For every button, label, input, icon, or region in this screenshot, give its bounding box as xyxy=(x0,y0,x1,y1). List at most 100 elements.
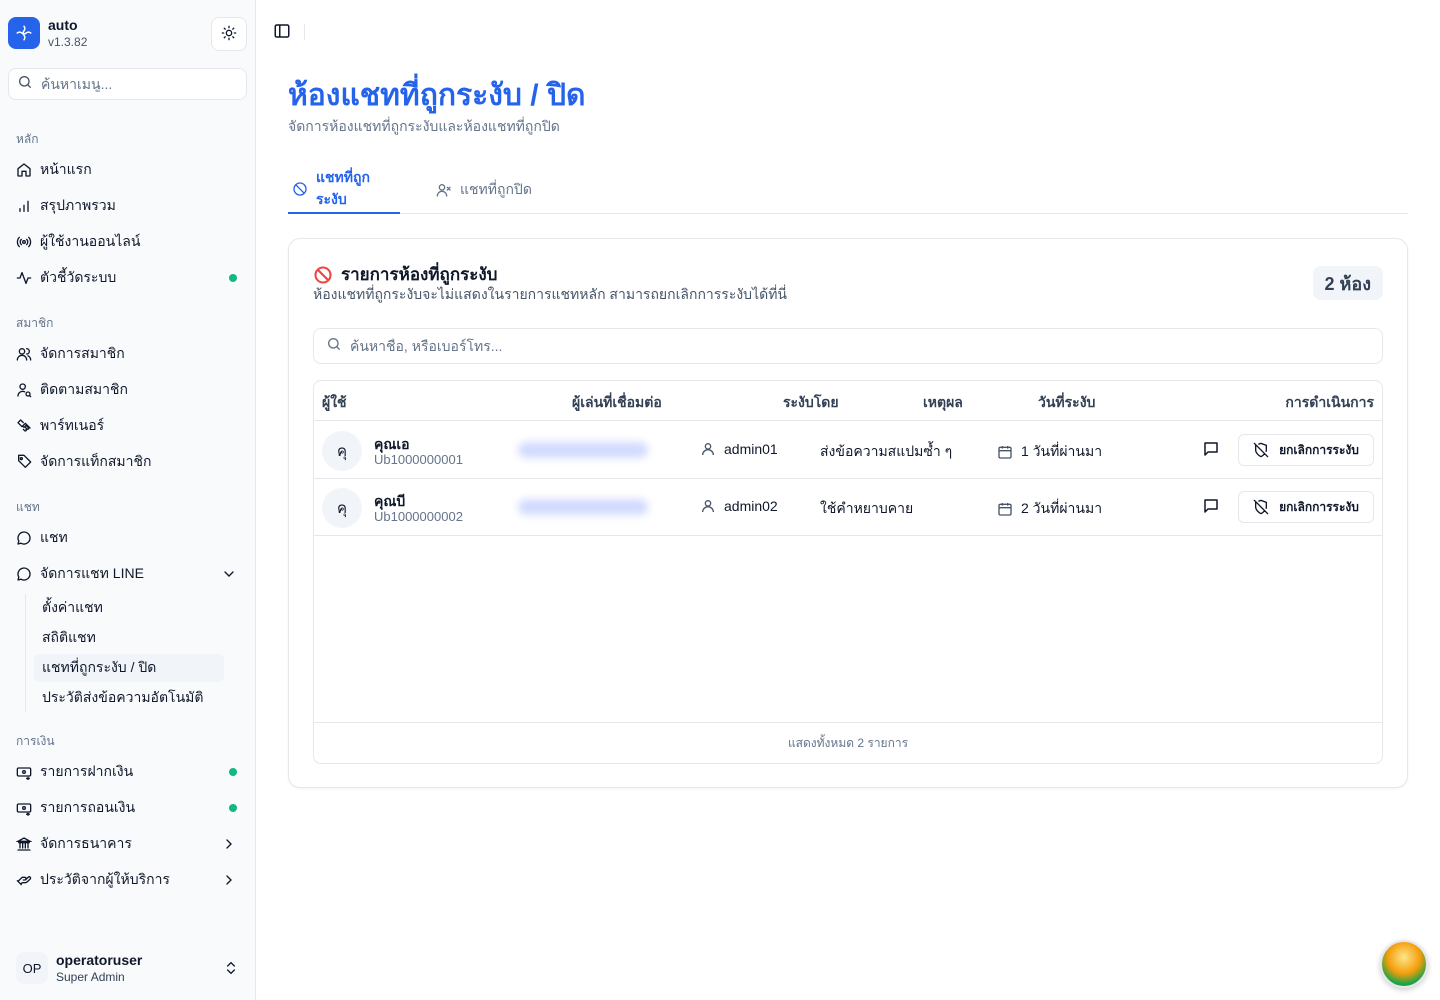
avatar: คุ xyxy=(322,431,362,471)
user-menu[interactable]: OP operatoruser Super Admin xyxy=(8,944,247,992)
sidebar-item-label: รายการฝากเงิน xyxy=(40,763,134,779)
withdraw-icon xyxy=(16,800,32,816)
sidebar-item-label: ตัวชี้วัดระบบ xyxy=(40,269,117,285)
panel-left-icon xyxy=(273,22,291,43)
user-icon xyxy=(700,441,716,457)
menu-search-input[interactable] xyxy=(41,76,231,92)
sidebar-subitem-chat-settings[interactable]: ตั้งค่าแชท xyxy=(34,594,224,622)
theme-toggle-button[interactable] xyxy=(211,17,247,51)
sidebar-item-online-users[interactable]: ผู้ใช้งานออนไลน์ xyxy=(8,224,247,260)
column-header-banned-by: ระงับโดย xyxy=(783,394,839,410)
sidebar-item-line-chat[interactable]: จัดการแชท LINE xyxy=(8,556,247,592)
room-count-badge: 2 ห้อง xyxy=(1312,266,1383,300)
ban-date: 2 วันที่ผ่านมา xyxy=(1021,500,1103,516)
radio-icon xyxy=(16,234,32,250)
sidebar-item-partners[interactable]: พาร์ทเนอร์ xyxy=(8,408,247,444)
banned-by: admin01 xyxy=(724,441,778,457)
sidebar-item-chat[interactable]: แชท xyxy=(8,520,247,556)
divider xyxy=(304,24,305,40)
sidebar-item-track-members[interactable]: ติดตามสมาชิก xyxy=(8,372,247,408)
page-subtitle: จัดการห้องแชทที่ถูกระงับและห้องแชทที่ถูก… xyxy=(288,118,560,134)
sidebar: auto v1.3.82 หลัก หน้าแรก สรุปภาพรวม ผู้… xyxy=(0,0,256,1000)
group-label-chat: แชท xyxy=(16,500,40,514)
message-circle-icon xyxy=(16,530,32,546)
sun-icon xyxy=(221,25,237,44)
sidebar-item-manage-members[interactable]: จัดการสมาชิก xyxy=(8,336,247,372)
sidebar-item-label: จัดการแท็กสมาชิก xyxy=(40,453,152,469)
column-header-linked-player: ผู้เล่นที่เชื่อมต่อ xyxy=(572,394,662,410)
message-circle-icon xyxy=(16,566,32,582)
sidebar-item-system-metrics[interactable]: ตัวชี้วัดระบบ xyxy=(8,260,247,296)
table-row: คุ คุณบี Ub1000000002 admin02 ใช้คำหยาบค… xyxy=(314,479,1382,536)
user-x-icon xyxy=(436,182,452,198)
sidebar-item-banks[interactable]: จัดการธนาคาร xyxy=(8,826,247,862)
column-header-user: ผู้ใช้ xyxy=(322,394,347,410)
open-chat-button[interactable] xyxy=(1200,496,1222,518)
sidebar-item-home[interactable]: หน้าแรก xyxy=(8,152,247,188)
user-icon xyxy=(700,498,716,514)
group-label-members: สมาชิก xyxy=(16,316,54,330)
chevron-right-icon xyxy=(221,836,237,852)
sidebar-item-overview[interactable]: สรุปภาพรวม xyxy=(8,188,247,224)
sidebar-item-member-tags[interactable]: จัดการแท็กสมาชิก xyxy=(8,444,247,480)
sidebar-item-withdrawals[interactable]: รายการถอนเงิน xyxy=(8,790,247,826)
app-name: auto xyxy=(48,17,78,33)
column-header-reason: เหตุผล xyxy=(923,394,963,410)
sidebar-item-label: จัดการธนาคาร xyxy=(40,835,132,851)
sidebar-item-label: สรุปภาพรวม xyxy=(40,197,116,213)
sidebar-subitem-auto-message-history[interactable]: ประวัติส่งข้อความอัตโนมัติ xyxy=(34,684,224,712)
user-id: Ub1000000002 xyxy=(374,509,463,524)
status-dot xyxy=(229,768,237,776)
tab-label: แชทที่ถูกปิด xyxy=(460,181,532,197)
calendar-icon xyxy=(997,501,1013,517)
linked-player-blurred[interactable] xyxy=(518,499,648,515)
unban-button[interactable]: ยกเลิกการระงับ xyxy=(1238,491,1374,523)
sidebar-subitem-chat-stats[interactable]: สถิติแชท xyxy=(34,624,224,652)
sidebar-item-label: รายการถอนเงิน xyxy=(40,799,136,815)
sidebar-subitem-banned-chats[interactable]: แชทที่ถูกระงับ / ปิด xyxy=(34,654,224,682)
sidebar-item-deposits[interactable]: รายการฝากเงิน xyxy=(8,754,247,790)
tab-label: แชทที่ถูกระงับ xyxy=(316,169,370,207)
sidebar-item-label: ผู้ใช้งานออนไลน์ xyxy=(40,233,141,249)
deposit-icon xyxy=(16,764,32,780)
tab-closed-chats[interactable]: แชทที่ถูกปิด xyxy=(436,166,532,214)
table-search-input[interactable] xyxy=(350,338,1350,354)
sidebar-item-label: ประวัติจากผู้ให้บริการ xyxy=(40,871,170,887)
page-title: ห้องแชทที่ถูกระงับ / ปิด xyxy=(288,79,586,112)
column-header-banned-date: วันที่ระงับ xyxy=(1038,394,1096,410)
group-label-main: หลัก xyxy=(16,132,39,146)
user-search-icon xyxy=(16,382,32,398)
unban-label: ยกเลิกการระงับ xyxy=(1279,499,1359,514)
status-dot xyxy=(229,804,237,812)
message-square-icon xyxy=(1202,497,1220,518)
sidebar-nav: หลัก หน้าแรก สรุปภาพรวม ผู้ใช้งานออนไลน์… xyxy=(8,120,247,940)
sidebar-item-label: พาร์ทเนอร์ xyxy=(40,417,105,433)
handshake-icon xyxy=(16,418,32,434)
banned-by: admin02 xyxy=(724,498,778,514)
search-icon xyxy=(17,74,33,95)
open-chat-button[interactable] xyxy=(1200,439,1222,461)
toggle-sidebar-button[interactable] xyxy=(270,20,294,44)
chevrons-up-down-icon xyxy=(223,960,239,981)
users-icon xyxy=(16,346,32,362)
floating-assistant-button[interactable] xyxy=(1380,940,1428,988)
user-name: operatoruser xyxy=(56,951,143,968)
linked-player-blurred[interactable] xyxy=(518,442,648,458)
menu-search[interactable] xyxy=(8,68,247,100)
tab-banned-chats[interactable]: แชทที่ถูกระงับ xyxy=(288,166,400,214)
user-id: Ub1000000001 xyxy=(374,452,463,467)
brand[interactable]: auto v1.3.82 xyxy=(8,16,87,50)
avatar: คุ xyxy=(322,488,362,528)
sidebar-item-label: แชท xyxy=(40,529,68,545)
ban-date: 1 วันที่ผ่านมา xyxy=(1021,443,1103,459)
sidebar-item-provider-history[interactable]: ประวัติจากผู้ให้บริการ xyxy=(8,862,247,898)
bank-icon xyxy=(16,836,32,852)
table-search[interactable] xyxy=(313,328,1383,364)
ban-icon xyxy=(292,181,308,197)
tag-icon xyxy=(16,454,32,470)
sidebar-item-label: หน้าแรก xyxy=(40,161,92,177)
ban-reason: ใช้คำหยาบคาย xyxy=(820,500,914,516)
sidebar-item-label: จัดการสมาชิก xyxy=(40,345,125,361)
unban-button[interactable]: ยกเลิกการระงับ xyxy=(1238,434,1374,466)
column-header-actions: การดำเนินการ xyxy=(1285,394,1374,410)
